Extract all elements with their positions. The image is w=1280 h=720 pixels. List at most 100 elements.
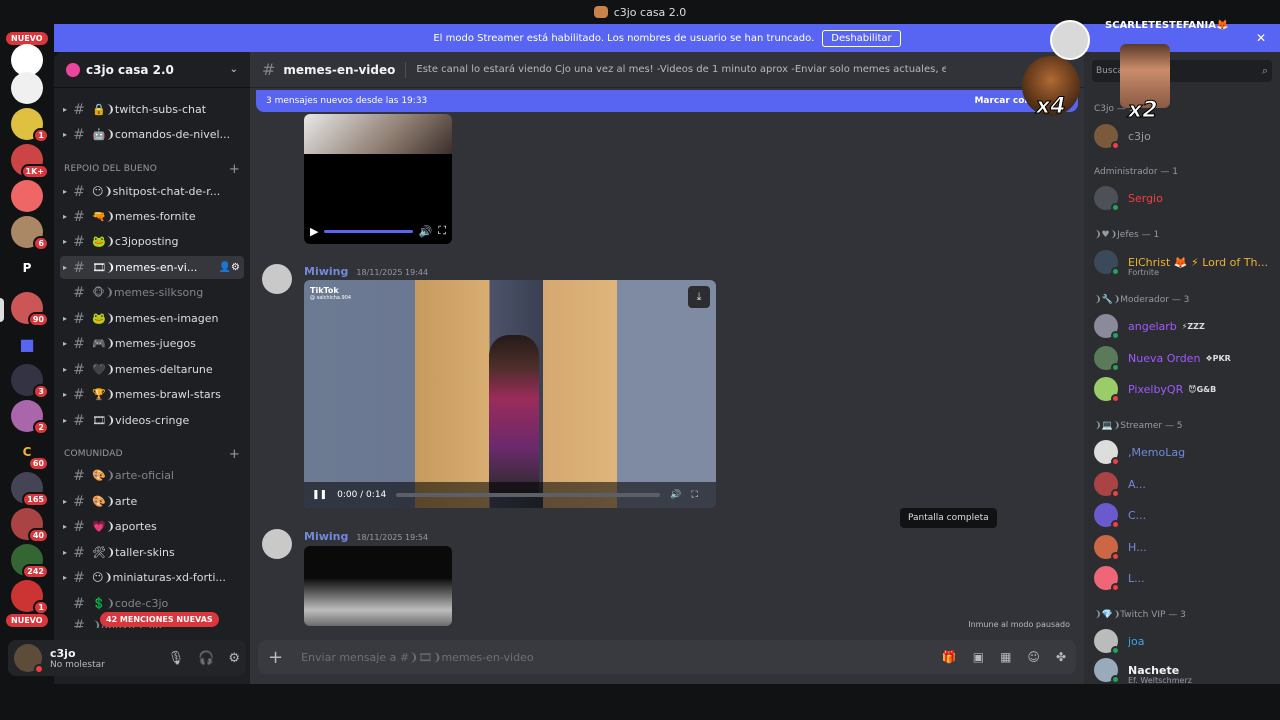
volume-icon[interactable]: 🔊 (419, 225, 433, 238)
channel-item[interactable]: ▸ # 🐸❩c3joposting (60, 230, 244, 253)
member-item[interactable]: angelarb ⚡ZZZ (1094, 312, 1274, 340)
channel-item[interactable]: ▸ # 🎨❩arte (60, 490, 244, 513)
volume-slider[interactable] (324, 229, 413, 233)
microphone-icon[interactable]: 🎙 (168, 651, 185, 666)
avatar[interactable] (14, 644, 44, 674)
server-icon[interactable]: 3 (11, 364, 49, 399)
member-item[interactable]: Nueva Orden ❖PKR (1094, 344, 1274, 372)
add-user-icon[interactable]: 👤⚙ (219, 262, 240, 273)
member-item[interactable]: c3jo (1094, 122, 1274, 150)
volume-icon[interactable]: 🔊 (670, 490, 681, 500)
video-time: 0:00 / 0:14 (337, 490, 387, 500)
server-icon[interactable]: P (11, 252, 43, 284)
channel-item[interactable]: ▸ # 🎮❩memes-juegos (60, 332, 244, 355)
guild-header[interactable]: c3jo casa 2.0 ⌄ (54, 52, 250, 88)
channel-item[interactable]: ▸ # 🖤❩memes-deltarune (60, 358, 244, 381)
member-item[interactable]: joa (1094, 627, 1274, 655)
channel-name: 🖤❩memes-deltarune (92, 363, 213, 376)
gear-icon[interactable]: ⚙ (228, 651, 240, 666)
attach-icon[interactable]: + (268, 647, 283, 668)
server-icon[interactable]: 1 (11, 108, 49, 143)
fullscreen-icon[interactable]: ⛶ (692, 490, 698, 500)
member-item[interactable]: Sergio (1094, 184, 1274, 212)
download-icon[interactable]: ⤓ (688, 286, 710, 308)
gif-icon[interactable]: ▣ (973, 650, 984, 664)
video-progress-bar[interactable] (396, 493, 661, 497)
composer-placeholder[interactable]: Enviar mensaje a #❩🎞❩memes-en-video (301, 651, 533, 664)
add-channel-icon[interactable]: + (229, 162, 240, 177)
channel-item[interactable]: ▸ # 😶❩miniaturas-xd-forti... (60, 566, 244, 589)
banner-text: El modo Streamer está habilitado. Los no… (433, 32, 815, 44)
member-item[interactable]: C... (1094, 501, 1274, 529)
channel-item[interactable]: ▸ # 🤖❩comandos-de-nivel... (60, 123, 244, 146)
server-badge: 242 (22, 564, 49, 579)
gift-icon[interactable]: 🎁 (942, 650, 957, 664)
new-messages-bar[interactable]: 3 mensajes nuevos desde las 19:33 Marcar… (256, 90, 1078, 112)
server-icon[interactable]: 1K+ (11, 144, 49, 179)
avatar (1094, 566, 1120, 592)
channel-item-active[interactable]: ▸ # 🎞❩memes-en-vi... 👤⚙ (60, 256, 244, 279)
streamer-avatar (1050, 20, 1090, 60)
channel-item[interactable]: ▸ # 🛠❩taller-skins (60, 541, 244, 564)
headphones-icon[interactable]: 🎧 (198, 651, 214, 666)
hash-icon: # (73, 617, 85, 629)
disable-streamer-button[interactable]: Deshabilitar (822, 29, 901, 47)
channel-item[interactable]: # 🎨❩arte-oficial (60, 464, 244, 487)
server-icon[interactable]: 165 (11, 472, 49, 507)
play-icon[interactable]: ▶ (310, 225, 318, 238)
member-name: C... (1128, 508, 1147, 522)
channel-item[interactable]: ▸ # 😶❩shitpost-chat-de-r... (60, 180, 244, 203)
member-item[interactable]: ElChrist 🦊 ⚡ Lord of Th... Fortnite (1094, 248, 1274, 277)
user-info[interactable]: c3jo No molestar (50, 647, 105, 670)
channel-item[interactable]: # 🐵❩memes-silksong (60, 281, 244, 304)
server-icon[interactable] (11, 72, 43, 104)
server-badge: 60 (27, 456, 49, 471)
channel-item[interactable]: ▸ # 🐸❩memes-en-imagen (60, 307, 244, 330)
video-player[interactable]: TikTok @ salchicha.904 ⤓ ❚❚ 0:00 / 0:14 … (304, 280, 716, 508)
channel-item[interactable]: ▸ # 🔒❩twitch-subs-chat (60, 98, 244, 121)
message-header: Miwing 18/11/2025 19:44 (304, 265, 428, 278)
member-item[interactable]: A... (1094, 470, 1274, 498)
pause-icon[interactable]: ❚❚ (312, 490, 327, 500)
channel-item[interactable]: ▸ # 🎞❩videos-cringe (60, 409, 244, 432)
channel-item[interactable]: ▸ # 💗❩aportes (60, 515, 244, 538)
server-icon[interactable] (11, 180, 43, 212)
avatar[interactable] (262, 264, 292, 294)
emoji-icon[interactable]: ☺ (1027, 650, 1040, 664)
new-mentions-badge[interactable]: 42 MENCIONES NUEVAS (100, 612, 219, 627)
fullscreen-icon[interactable]: ⛶ (438, 224, 446, 238)
channel-topic[interactable]: Este canal lo estará viendo Cjo una vez … (416, 64, 946, 75)
video-attachment[interactable] (304, 546, 452, 626)
member-name: c3jo (1128, 129, 1151, 143)
member-item[interactable]: ,MemoLag (1094, 438, 1274, 466)
member-item[interactable]: PixelbyQR 😈G&B (1094, 375, 1274, 403)
server-icon[interactable]: 6 (11, 216, 49, 251)
message-author[interactable]: Miwing (304, 530, 348, 543)
fullscreen-tooltip: Pantalla completa (900, 508, 997, 528)
folder-icon[interactable]: ■ (11, 328, 43, 360)
server-icon[interactable]: 40 (11, 508, 49, 543)
server-icon[interactable]: 90 (11, 292, 49, 327)
avatar[interactable] (262, 529, 292, 559)
server-icon[interactable]: 1 (11, 580, 49, 615)
message-author[interactable]: Miwing (304, 265, 348, 278)
channel-item[interactable]: ▸ # 🔫❩memes-fornite (60, 205, 244, 228)
chevron-down-icon: ⌄ (229, 64, 238, 75)
avatar (1094, 250, 1120, 276)
channel-item[interactable]: ▸ # 🏆❩memes-brawl-stars (60, 383, 244, 406)
member-item[interactable]: Nachete Ef. Weltschmerz (1094, 656, 1274, 684)
category-header[interactable]: REPOIO DEL BUENO + (64, 161, 240, 177)
previous-video[interactable]: ▶ 🔊 ⛶ (304, 114, 452, 244)
member-item[interactable]: H... (1094, 533, 1274, 561)
server-icon[interactable]: C 60 (11, 436, 49, 471)
member-item[interactable]: L... (1094, 564, 1274, 592)
server-icon[interactable]: 242 (11, 544, 49, 579)
category-header[interactable]: COMUNIDAD + (64, 446, 240, 462)
sticker-icon[interactable]: ▦ (1000, 650, 1011, 664)
member-tag: ❖PKR (1205, 353, 1231, 363)
message-composer[interactable]: + Enviar mensaje a #❩🎞❩memes-en-video 🎁 … (258, 640, 1076, 674)
server-icon[interactable]: 2 (11, 400, 49, 435)
add-channel-icon[interactable]: + (229, 447, 240, 462)
apps-icon[interactable]: ✤ (1056, 650, 1066, 664)
immune-notice: Inmune al modo pausado (968, 620, 1070, 629)
